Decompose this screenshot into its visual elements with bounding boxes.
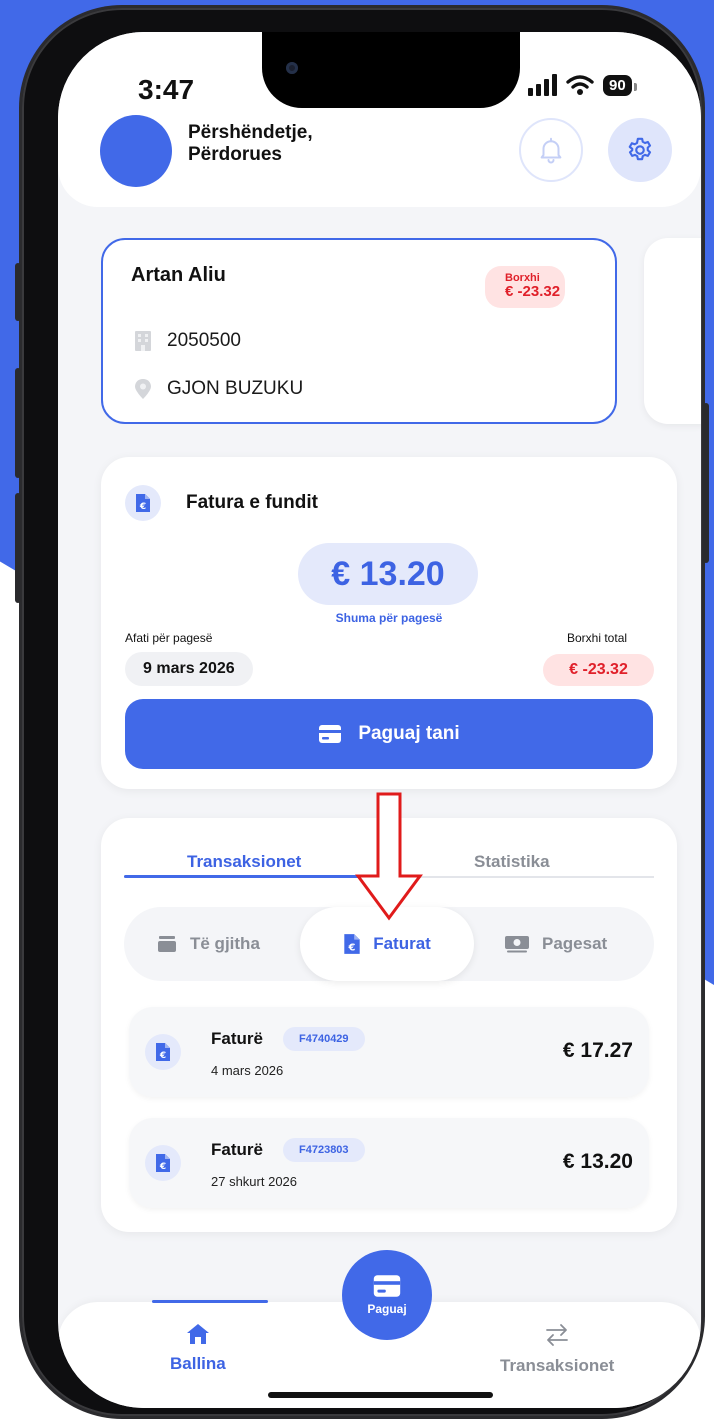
notifications-button[interactable] — [519, 118, 583, 182]
red-down-arrow-annotation — [355, 792, 423, 921]
dynamic-island — [262, 32, 520, 108]
svg-text:€: € — [139, 502, 146, 512]
transaction-amount: € 17.27 — [562, 1039, 633, 1062]
nav-transactions[interactable]: Transaksionet — [500, 1322, 614, 1376]
location-pin-icon — [135, 379, 151, 399]
invoice-icon: € — [136, 494, 150, 512]
transaction-amount: € 13.20 — [562, 1150, 633, 1173]
account-street: GJON BUZUKU — [167, 378, 304, 399]
cellular-signal-icon — [528, 74, 557, 96]
invoice-badge: € — [145, 1145, 181, 1181]
debt-badge: Borxhi € -23.32 — [485, 266, 565, 308]
active-tab-indicator — [124, 875, 389, 878]
phone-frame: 3:47 90 Përshëndetje, Përdorues Artan Al… — [15, 8, 709, 1416]
account-card[interactable]: Artan Aliu Borxhi € -23.32 2050500 GJON … — [101, 238, 617, 424]
account-number: 2050500 — [167, 330, 241, 351]
settings-button[interactable] — [608, 118, 672, 182]
status-time: 3:47 — [138, 74, 195, 105]
greeting-line-1: Përshëndetje, — [188, 122, 313, 143]
account-holder-name: Artan Aliu — [131, 264, 226, 286]
due-date-label: Afati për pagesë — [125, 631, 213, 645]
battery-indicator: 90 — [603, 74, 637, 96]
active-nav-indicator — [152, 1300, 268, 1303]
pay-now-button[interactable]: Paguaj tani — [125, 699, 653, 769]
invoice-code-badge: F4740429 — [283, 1027, 365, 1051]
card-icon — [373, 1275, 401, 1297]
latest-invoice-title: Fatura e fundit — [186, 492, 318, 513]
filter-all[interactable]: Të gjitha — [156, 907, 260, 981]
invoice-code-badge: F4723803 — [283, 1138, 365, 1162]
next-account-card[interactable] — [644, 238, 701, 424]
tab-transactions[interactable]: Transaksionet — [187, 852, 301, 872]
mute-switch — [15, 263, 21, 321]
svg-text:€: € — [348, 943, 356, 954]
nav-home[interactable]: Ballina — [170, 1322, 226, 1374]
greeting: Përshëndetje, Përdorues — [188, 122, 313, 166]
invoice-icon: € — [156, 1043, 170, 1061]
home-indicator — [268, 1392, 493, 1398]
account-address-row: GJON BUZUKU — [133, 378, 303, 400]
invoice-icon: € — [344, 934, 360, 954]
account-number-row: 2050500 — [133, 330, 241, 352]
transaction-row[interactable]: € Faturë F4723803 27 shkurt 2026 € 13.20 — [129, 1118, 649, 1208]
nav-transactions-label: Transaksionet — [500, 1356, 615, 1375]
bell-icon — [540, 137, 562, 164]
pay-now-label: Paguaj tani — [358, 723, 460, 744]
stack-icon — [158, 936, 176, 952]
filter-invoices-label: Faturat — [373, 934, 431, 953]
amount-due-label: Shuma për pagesë — [335, 611, 443, 625]
transaction-row[interactable]: € Faturë F4740429 4 mars 2026 € 17.27 — [129, 1007, 649, 1097]
latest-invoice-card: € Fatura e fundit € 13.20 Shuma për page… — [101, 457, 677, 789]
svg-text:€: € — [159, 1051, 166, 1061]
volume-up-button — [15, 368, 21, 478]
gear-icon — [628, 137, 652, 161]
pay-fab-label: Paguaj — [367, 1302, 407, 1316]
filter-payments-label: Pagesat — [542, 934, 608, 953]
building-icon — [135, 331, 151, 351]
greeting-user-name: Përdorues — [188, 144, 282, 165]
wifi-icon — [566, 75, 594, 95]
tab-statistics[interactable]: Statistika — [474, 852, 550, 872]
volume-down-button — [15, 493, 21, 603]
camera-icon — [286, 62, 298, 74]
status-icons: 90 — [528, 72, 637, 98]
transaction-title: Faturë — [211, 1140, 263, 1159]
swap-arrows-icon — [546, 1324, 569, 1346]
total-debt-value: € -23.32 — [543, 654, 654, 686]
transaction-date: 27 shkurt 2026 — [211, 1174, 298, 1189]
cash-icon — [505, 936, 529, 953]
card-icon — [319, 725, 342, 743]
filter-payments[interactable]: Pagesat — [504, 907, 607, 981]
due-date-value: 9 mars 2026 — [125, 652, 253, 686]
home-icon — [186, 1324, 209, 1344]
power-button — [703, 403, 709, 563]
invoice-icon: € — [156, 1154, 170, 1172]
amount-due: € 13.20 — [298, 543, 478, 605]
total-debt-label: Borxhi total — [567, 631, 628, 645]
debt-value: € -23.32 — [505, 283, 561, 300]
transaction-date: 4 mars 2026 — [211, 1063, 284, 1078]
nav-home-label: Ballina — [170, 1354, 226, 1373]
app-screen: 3:47 90 Përshëndetje, Përdorues Artan Al… — [58, 32, 701, 1408]
invoice-badge: € — [125, 485, 161, 521]
filter-all-label: Të gjitha — [190, 934, 260, 953]
invoice-badge: € — [145, 1034, 181, 1070]
avatar[interactable] — [100, 115, 172, 187]
pay-fab-button[interactable]: Paguaj — [342, 1250, 432, 1340]
transaction-title: Faturë — [211, 1029, 263, 1048]
svg-text:€: € — [159, 1162, 166, 1172]
